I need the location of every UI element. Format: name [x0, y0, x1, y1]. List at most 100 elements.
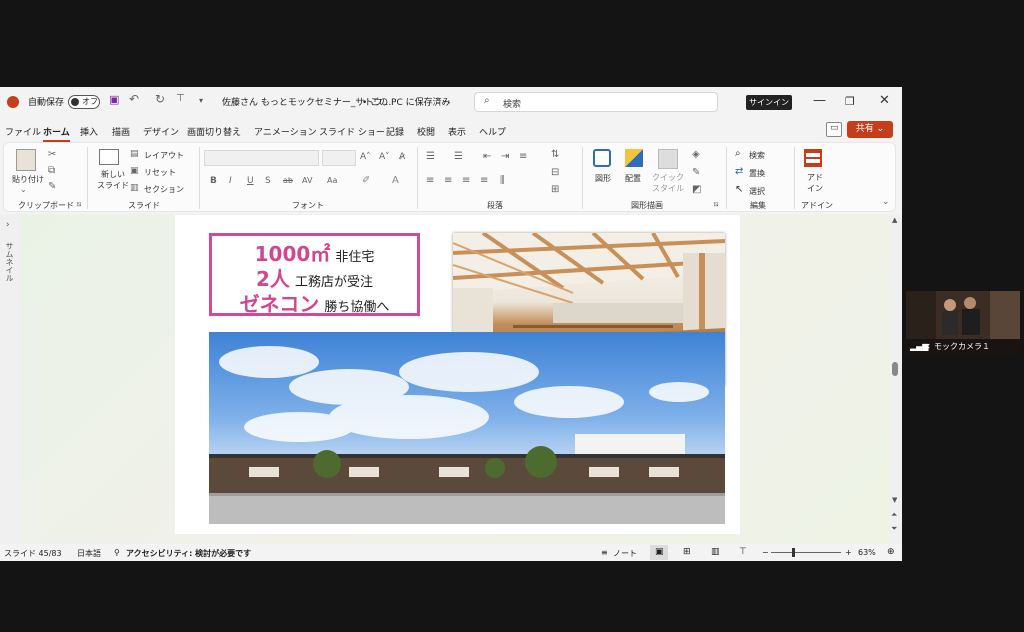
shape-fill-icon[interactable]: ◈ [692, 149, 700, 160]
vertical-scrollbar[interactable]: ▲ ▼ ⏶ ⏷ [890, 214, 902, 544]
fit-slide-icon[interactable]: ⊕ [887, 547, 895, 557]
paste-label[interactable]: 貼り付け [12, 174, 44, 185]
find-button[interactable]: 検索 [749, 150, 765, 161]
close-icon[interactable]: ✕ [879, 93, 890, 108]
smartart-icon[interactable]: ⊞ [551, 184, 559, 195]
zoom-in-icon[interactable]: + [845, 548, 852, 557]
quick-style-label[interactable]: クイック スタイル [652, 172, 684, 194]
tab-design[interactable]: デザイン [143, 125, 179, 138]
tab-review[interactable]: 校閲 [417, 125, 435, 138]
language[interactable]: 日本語 [77, 548, 101, 559]
align-text-icon[interactable]: ⊟ [551, 167, 559, 178]
next-slide-icon[interactable]: ⏷ [891, 524, 897, 534]
camera-tile[interactable]: ▂▄▆ ✕ モックカメラ１ [906, 291, 1020, 355]
clear-format-icon[interactable]: A̷ [399, 152, 405, 162]
text-direction-icon[interactable]: ⇅ [551, 149, 559, 160]
addins-label[interactable]: アド イン [807, 172, 823, 194]
redo-icon[interactable]: ↻ [155, 92, 165, 106]
signin-button[interactable]: サインイン [746, 95, 792, 110]
autosave-toggle[interactable]: オフ [68, 95, 100, 109]
new-slide-label[interactable]: 新しい スライド [97, 169, 129, 191]
dialog-launcher-icon[interactable]: ⧅ [77, 200, 81, 209]
tab-draw[interactable]: 描画 [112, 125, 130, 138]
numbering-icon[interactable]: ☰ [454, 151, 463, 162]
columns-icon[interactable]: ⫼ [500, 175, 505, 186]
copy-icon[interactable]: ⧉ [48, 165, 55, 176]
line-spacing-icon[interactable]: ≡ [519, 151, 527, 162]
undo-icon[interactable]: ↶ [129, 92, 139, 106]
tab-transitions[interactable]: 画面切り替え [187, 125, 241, 138]
expand-thumbnails-icon[interactable]: › [6, 220, 10, 230]
save-icon[interactable]: ▣ [109, 93, 119, 106]
present-icon[interactable]: ⊤ [176, 93, 185, 104]
slideshow-icon[interactable]: ⊤ [739, 547, 747, 557]
minimize-icon[interactable]: — [813, 93, 826, 108]
shadow-icon[interactable]: S [265, 176, 271, 186]
tab-record[interactable]: 記録 [386, 125, 404, 138]
slide-sorter-icon[interactable]: ⊞ [683, 547, 691, 557]
previous-slide-icon[interactable]: ⏶ [891, 510, 897, 520]
normal-view-button[interactable]: ▣ [650, 545, 668, 560]
strikethrough-icon[interactable]: ab [283, 176, 293, 185]
arrange-icon[interactable] [625, 149, 643, 167]
paste-icon[interactable] [16, 149, 36, 171]
tab-file[interactable]: ファイル [5, 125, 41, 138]
zoom-out-icon[interactable]: − [762, 548, 769, 557]
thumbnail-pane-collapsed[interactable]: › サムネイル [0, 214, 20, 544]
exterior-render-image[interactable] [209, 332, 725, 524]
shape-effects-icon[interactable]: ◩ [692, 184, 701, 195]
layout-button[interactable]: レイアウト [144, 150, 184, 161]
chevron-down-icon[interactable]: ⌄ [20, 185, 27, 194]
zoom-slider[interactable] [771, 552, 841, 553]
save-location[interactable]: • この PC に保存済み [362, 95, 451, 108]
align-right-icon[interactable]: ≡ [462, 175, 470, 186]
reset-button[interactable]: リセット [144, 167, 176, 178]
grow-font-icon[interactable]: A˄ [360, 152, 371, 162]
current-slide[interactable]: 1000㎡ 非住宅 2人 工務店が受注 ゼネコン 勝ち協働へ [175, 215, 740, 534]
addins-icon[interactable] [804, 149, 822, 167]
font-name-select[interactable] [204, 150, 319, 166]
align-center-icon[interactable]: ≡ [444, 175, 452, 186]
zoom-level[interactable]: 63% [858, 548, 876, 557]
replace-button[interactable]: 置換 [749, 168, 765, 179]
underline-icon[interactable]: U [247, 176, 254, 186]
search-box[interactable]: ⌕ 検索 [474, 92, 718, 112]
shapes-icon[interactable] [593, 149, 611, 167]
font-size-select[interactable] [322, 150, 356, 166]
scroll-down-icon[interactable]: ▼ [892, 496, 897, 504]
italic-icon[interactable]: I [229, 176, 232, 186]
reading-view-icon[interactable]: ▥ [711, 547, 720, 557]
headline-box[interactable]: 1000㎡ 非住宅 2人 工務店が受注 ゼネコン 勝ち協働へ [209, 233, 420, 316]
slide-position[interactable]: スライド 45/83 [4, 548, 62, 559]
tab-insert[interactable]: 挿入 [80, 125, 98, 138]
dialog-launcher-icon[interactable]: ⧅ [714, 200, 718, 209]
section-button[interactable]: セクション [144, 184, 184, 195]
align-left-icon[interactable]: ≡ [426, 175, 434, 186]
font-color-icon[interactable]: A [392, 175, 399, 186]
notes-button[interactable]: ノート [613, 548, 637, 559]
shapes-label[interactable]: 図形 [595, 173, 611, 184]
customize-qat-icon[interactable]: ▾ [199, 96, 203, 105]
increase-indent-icon[interactable]: ⇥ [501, 151, 509, 162]
quick-style-icon[interactable] [658, 149, 678, 169]
change-case-icon[interactable]: Aa [327, 176, 337, 185]
select-button[interactable]: 選択 [749, 186, 765, 197]
cut-icon[interactable]: ✂ [48, 149, 56, 160]
tab-help[interactable]: ヘルプ [479, 125, 506, 138]
new-slide-icon[interactable] [99, 149, 119, 165]
arrange-label[interactable]: 配置 [625, 173, 641, 184]
collapse-ribbon-icon[interactable]: ⌄ [882, 197, 890, 207]
format-painter-icon[interactable]: ✎ [48, 181, 56, 192]
spacing-icon[interactable]: AV [302, 176, 312, 185]
justify-icon[interactable]: ≡ [480, 175, 488, 186]
share-button[interactable]: 共有 ⌄ [847, 121, 893, 138]
bullets-icon[interactable]: ☰ [426, 151, 435, 162]
bold-icon[interactable]: B [210, 176, 217, 186]
highlight-icon[interactable]: ✐ [362, 175, 370, 186]
scroll-thumb[interactable] [892, 362, 898, 376]
zoom-slider-thumb[interactable] [792, 548, 795, 557]
scroll-up-icon[interactable]: ▲ [892, 216, 897, 224]
tab-animations[interactable]: アニメーション [254, 125, 317, 138]
shrink-font-icon[interactable]: A˅ [379, 152, 390, 162]
restore-icon[interactable]: ❐ [845, 95, 855, 108]
